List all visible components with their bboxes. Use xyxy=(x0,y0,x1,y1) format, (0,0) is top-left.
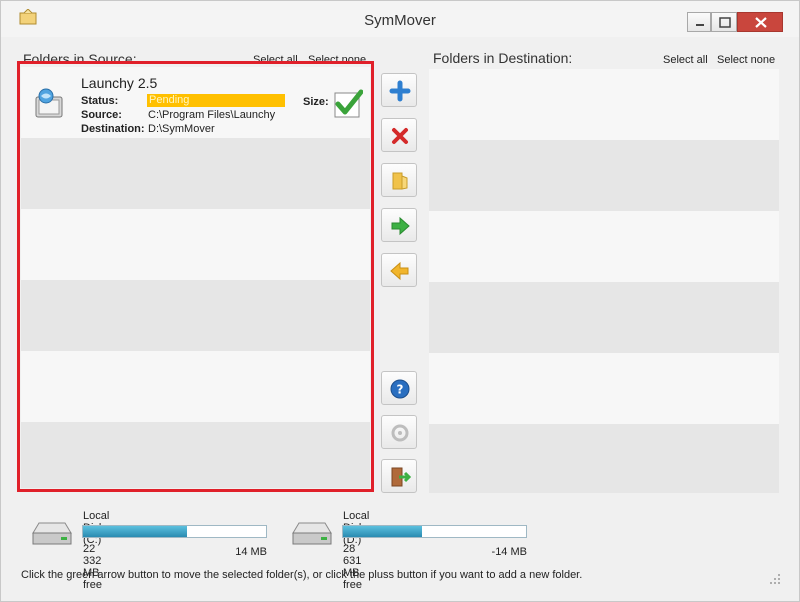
drive-free-space: 22 332 MB free xyxy=(83,543,102,591)
source-select-all-link[interactable]: Select all xyxy=(253,54,298,66)
minimize-icon xyxy=(696,24,704,26)
checkmark-icon[interactable] xyxy=(333,89,363,119)
list-row xyxy=(21,280,370,351)
hard-disk-icon xyxy=(292,522,332,545)
maximize-icon xyxy=(719,17,731,28)
source-folder-item[interactable]: Launchy 2.5 Status: Pending Source: C:\P… xyxy=(21,67,370,138)
drive-free-space: 28 631 MB free xyxy=(343,543,362,591)
svg-text:?: ? xyxy=(397,383,404,397)
exit-icon xyxy=(391,467,411,487)
drive-usage-fill xyxy=(83,526,188,537)
settings-button[interactable] xyxy=(381,415,417,449)
remove-folder-button[interactable] xyxy=(381,118,417,152)
symmover-window: SymMover Folders in Source: Select all S… xyxy=(0,0,800,602)
destination-folder-list[interactable] xyxy=(429,69,779,493)
drive-move-size: -14 MB xyxy=(491,546,527,558)
settings-icon xyxy=(391,424,409,442)
remove-icon xyxy=(392,128,408,144)
list-row xyxy=(21,138,370,209)
size-label: Size: xyxy=(303,96,329,108)
list-row xyxy=(429,353,779,424)
list-row xyxy=(429,140,779,211)
resize-grip-icon[interactable] xyxy=(769,573,781,585)
minimize-button[interactable] xyxy=(687,12,711,32)
source-path: C:\Program Files\Launchy xyxy=(148,109,276,121)
drive-usage-fill xyxy=(343,526,422,537)
add-folder-button[interactable] xyxy=(381,73,417,107)
source-pane-title: Folders in Source: xyxy=(23,51,137,67)
folder-name: Launchy 2.5 xyxy=(81,75,158,91)
exit-button[interactable] xyxy=(381,459,417,493)
close-icon xyxy=(755,17,767,28)
move-right-button[interactable] xyxy=(381,208,417,242)
source-label: Source: xyxy=(81,109,122,121)
destination-path: D:\SymMover xyxy=(148,123,215,135)
list-row xyxy=(429,282,779,353)
help-icon: ? xyxy=(390,379,410,399)
source-select-none-link[interactable]: Select none xyxy=(308,54,366,66)
destination-label: Destination: xyxy=(81,123,145,135)
destination-select-all-link[interactable]: Select all xyxy=(663,54,708,66)
list-row xyxy=(429,211,779,282)
drive-usage-bar xyxy=(82,525,267,538)
list-row xyxy=(21,422,370,488)
title-bar: SymMover xyxy=(1,1,799,37)
open-folder-button[interactable] xyxy=(381,163,417,197)
status-label: Status: xyxy=(81,95,119,107)
drive-move-size: 14 MB xyxy=(235,546,267,558)
destination-select-none-link[interactable]: Select none xyxy=(717,54,775,66)
move-right-icon xyxy=(391,216,410,236)
window-title: SymMover xyxy=(364,12,436,29)
help-button[interactable]: ? xyxy=(381,371,417,405)
folder-link-icon xyxy=(35,88,63,118)
destination-pane-title: Folders in Destination: xyxy=(433,50,573,66)
list-row xyxy=(429,69,779,140)
source-folder-list[interactable]: Launchy 2.5 Status: Pending Source: C:\P… xyxy=(21,67,370,488)
folder-icon xyxy=(392,172,408,190)
hard-disk-icon xyxy=(32,522,72,545)
add-icon xyxy=(389,80,411,102)
maximize-button[interactable] xyxy=(711,12,737,32)
close-button[interactable] xyxy=(737,12,783,32)
status-value: Pending xyxy=(149,94,190,106)
list-row xyxy=(21,351,370,422)
drive-usage-bar xyxy=(342,525,527,538)
move-left-button[interactable] xyxy=(381,253,417,287)
list-row xyxy=(21,209,370,280)
status-message: Click the green arrow button to move the… xyxy=(21,569,583,581)
move-left-icon xyxy=(390,261,409,281)
list-row xyxy=(429,424,779,493)
